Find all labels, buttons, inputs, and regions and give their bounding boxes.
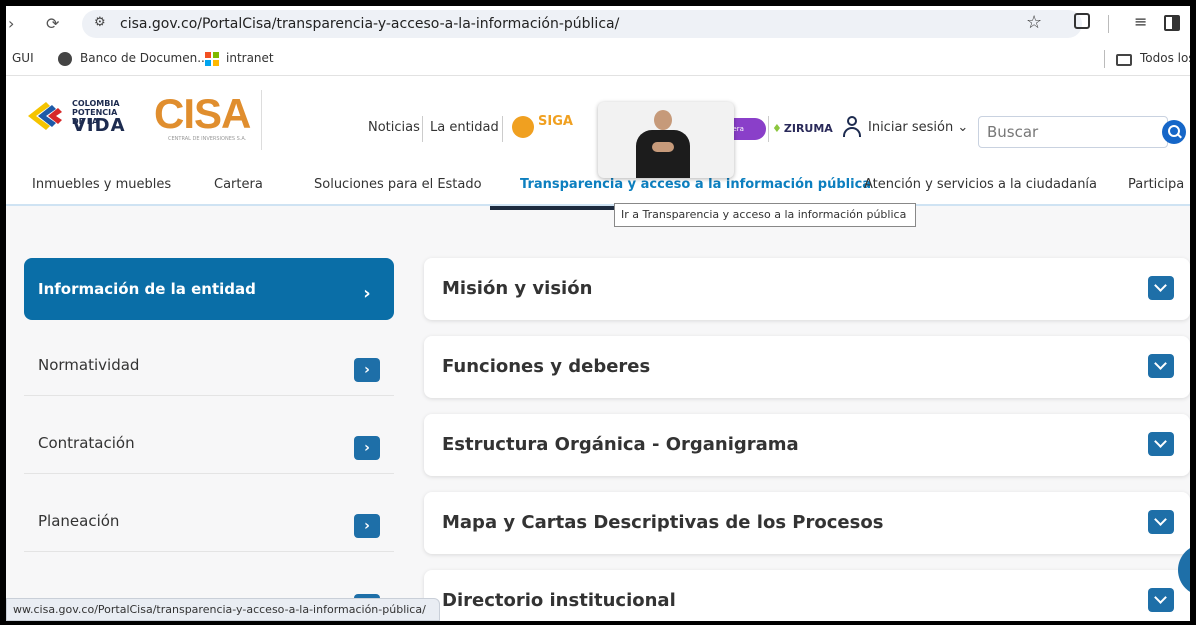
menu-inmuebles[interactable]: Inmuebles y muebles — [32, 177, 171, 192]
chevron-down-icon[interactable] — [1148, 432, 1174, 456]
colombia-flag-icon — [28, 102, 62, 130]
accordion-funciones[interactable]: Funciones y deberes — [424, 336, 1190, 398]
bookmark-banco[interactable]: Banco de Documen... — [80, 51, 209, 65]
toolbar-separator — [1108, 15, 1109, 33]
menu-cartera[interactable]: Cartera — [214, 177, 263, 192]
search-input[interactable] — [987, 121, 1137, 143]
bookmark-all[interactable]: Todos los — [1140, 51, 1190, 65]
nav-la-entidad[interactable]: La entidad — [430, 120, 499, 135]
accordion-mision-vision[interactable]: Misión y visión — [424, 258, 1190, 320]
site-info-icon[interactable]: ⚙ — [94, 15, 106, 30]
leaf-icon: ♦ — [772, 122, 782, 135]
search-box — [978, 116, 1168, 148]
siga-label: SIGA — [538, 114, 573, 129]
sidebar-item-label: Normatividad — [38, 356, 140, 374]
browser-window: › ⟳ ⚙ cisa.gov.co/PortalCisa/transparenc… — [6, 6, 1190, 621]
windows-logo-icon — [205, 52, 219, 66]
sidebar-item-label: Información de la entidad — [38, 280, 256, 298]
login-dropdown[interactable]: Iniciar sesión ⌄ — [868, 120, 968, 135]
reading-list-icon[interactable]: ≡ — [1134, 12, 1147, 31]
sidebar-item-normatividad[interactable]: Normatividad › — [24, 334, 394, 396]
interpreter-head — [654, 110, 672, 130]
nav-separator — [502, 116, 503, 142]
accordion-title: Funciones y deberes — [442, 356, 651, 377]
side-panel-icon[interactable] — [1164, 15, 1180, 31]
bookmarks-bar: GUI Banco de Documen... intranet Todos l… — [6, 42, 1190, 76]
sidebar-item-label: Planeación — [38, 512, 120, 530]
nav-noticias[interactable]: Noticias — [368, 120, 420, 135]
cisa-subtitle: CENTRAL DE INVERSIONES S.A. — [168, 136, 247, 142]
chevron-down-icon[interactable] — [1148, 276, 1174, 300]
extensions-icon[interactable] — [1074, 13, 1090, 29]
chevron-down-icon[interactable] — [1148, 588, 1174, 612]
interpreter-hands — [652, 142, 674, 152]
menu-transparencia[interactable]: Transparencia y acceso a la información … — [520, 177, 871, 192]
accordion-title: Mapa y Cartas Descriptivas de los Proces… — [442, 512, 884, 533]
status-bar-url: ww.cisa.gov.co/PortalCisa/transparencia-… — [6, 598, 440, 621]
url-text: cisa.gov.co/PortalCisa/transparencia-y-a… — [120, 16, 620, 32]
nav-separator — [768, 116, 769, 142]
chevron-down-icon[interactable] — [1148, 354, 1174, 378]
cisa-logo[interactable]: CISA CENTRAL DE INVERSIONES S.A. — [152, 90, 262, 150]
interpreter-body — [636, 130, 690, 178]
accordion-mapa-procesos[interactable]: Mapa y Cartas Descriptivas de los Proces… — [424, 492, 1190, 554]
sidebar-item-label: Contratación — [38, 434, 135, 452]
search-icon[interactable] — [1162, 120, 1186, 144]
accordion-title: Misión y visión — [442, 278, 593, 299]
sidebar-item-informacion[interactable]: Información de la entidad › — [24, 258, 394, 320]
siga-link[interactable]: SIGA — [512, 112, 582, 142]
menu-atencion[interactable]: Atención y servicios a la ciudadanía — [864, 177, 1097, 192]
forward-icon[interactable]: › — [8, 14, 14, 33]
chevron-right-icon[interactable]: › — [354, 436, 380, 460]
siga-icon — [512, 116, 534, 138]
sign-language-video[interactable] — [598, 102, 734, 178]
sidebar-item-planeacion[interactable]: Planeación › — [24, 490, 394, 552]
chevron-right-icon[interactable]: › — [354, 514, 380, 538]
user-body — [843, 127, 861, 137]
accordion-estructura[interactable]: Estructura Orgánica - Organigrama — [424, 414, 1190, 476]
ziruma-label: ZIRUMA — [783, 122, 833, 135]
bookmark-star-icon[interactable]: ☆ — [1026, 12, 1042, 33]
folder-icon — [1116, 54, 1132, 66]
globe-icon — [58, 52, 72, 66]
menu-participa[interactable]: Participa — [1128, 177, 1184, 192]
menu-soluciones[interactable]: Soluciones para el Estado — [314, 177, 482, 192]
accordion-directorio[interactable]: Directorio institucional — [424, 570, 1190, 621]
nav-separator — [422, 116, 423, 142]
bookmark-gui[interactable]: GUI — [12, 51, 34, 65]
chevron-right-icon[interactable]: › — [354, 358, 380, 382]
user-head — [847, 116, 857, 126]
sidebar-item-contratacion[interactable]: Contratación › — [24, 412, 394, 474]
cisa-wordmark: CISA — [154, 90, 251, 137]
accordion-title: Estructura Orgánica - Organigrama — [442, 434, 799, 455]
bookmarks-separator — [1104, 50, 1105, 68]
user-icon[interactable] — [842, 116, 862, 138]
colombia-vida: VIDA — [72, 115, 126, 136]
chevron-right-icon: › — [363, 283, 371, 304]
colombia-potencia-logo[interactable]: COLOMBIA POTENCIA DE LA VIDA — [26, 96, 136, 136]
bookmark-intranet[interactable]: intranet — [226, 51, 274, 65]
address-bar: › ⟳ ⚙ cisa.gov.co/PortalCisa/transparenc… — [6, 6, 1190, 42]
ziruma-link[interactable]: ♦ ZIRUMA — [772, 122, 833, 135]
chevron-down-icon[interactable] — [1148, 510, 1174, 534]
reload-icon[interactable]: ⟳ — [46, 14, 59, 33]
url-field[interactable]: ⚙ cisa.gov.co/PortalCisa/transparencia-y… — [82, 10, 1082, 38]
tooltip: Ir a Transparencia y acceso a la informa… — [614, 203, 916, 227]
accordion-title: Directorio institucional — [442, 590, 676, 611]
